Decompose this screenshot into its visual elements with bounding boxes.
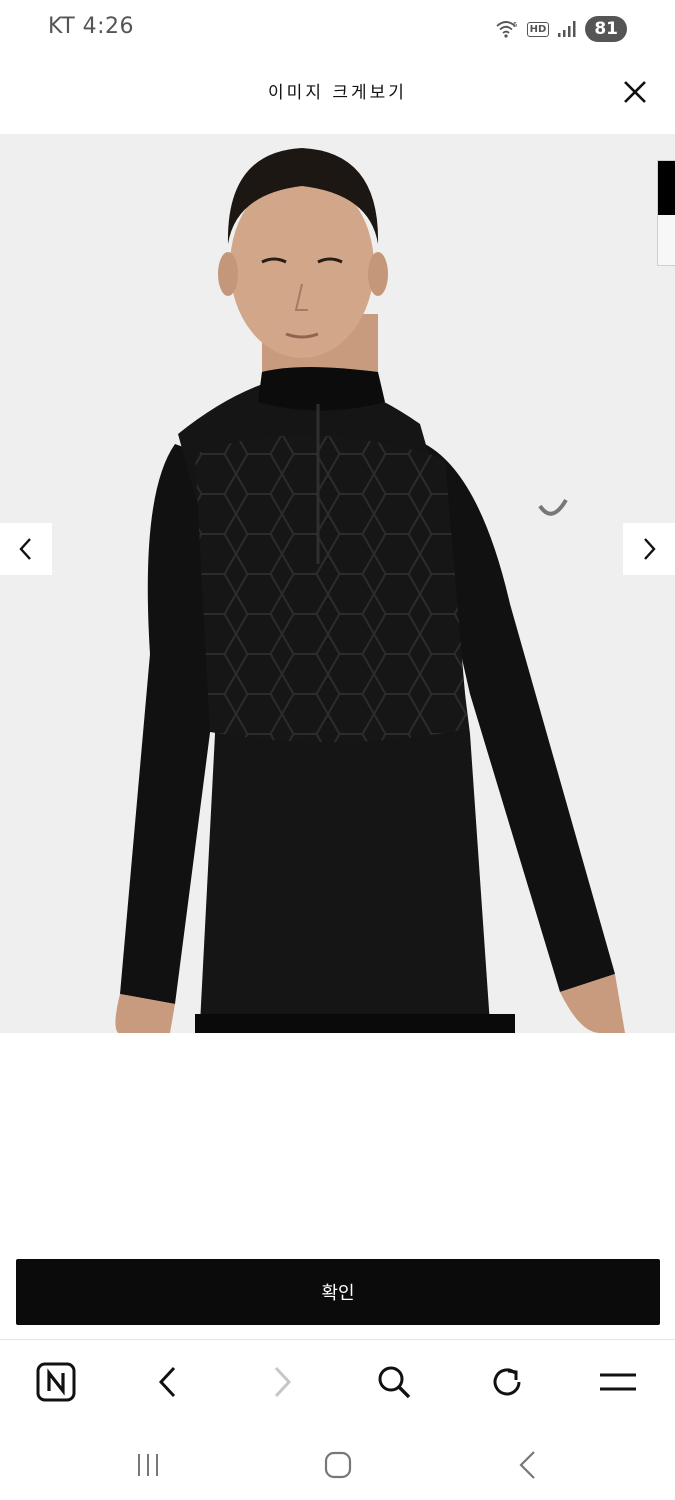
search-button[interactable] [372, 1360, 416, 1404]
battery-icon: 81 [585, 16, 627, 42]
forward-button[interactable] [260, 1360, 304, 1404]
refresh-icon [493, 1368, 521, 1396]
system-back-icon [519, 1451, 535, 1479]
signal-icon [557, 20, 577, 38]
menu-button[interactable] [596, 1360, 640, 1404]
hd-icon: HD [526, 21, 550, 37]
chevron-left-icon [19, 538, 31, 560]
menu-icon [600, 1373, 636, 1391]
status-bar: KT 4:26 5 HD 81 [0, 0, 675, 60]
product-photo [0, 134, 675, 1033]
next-image-button[interactable] [623, 523, 675, 575]
home-button[interactable] [318, 1448, 358, 1482]
svg-text:5: 5 [513, 21, 517, 29]
back-icon [158, 1366, 176, 1398]
confirm-button[interactable]: 확인 [16, 1259, 660, 1325]
status-icons: 5 HD 81 [495, 14, 627, 44]
close-icon [624, 81, 646, 103]
naver-home-icon [36, 1362, 76, 1402]
page-title: 이미지 크게보기 [268, 83, 407, 103]
confirm-label: 확인 [321, 1283, 355, 1304]
recent-apps-icon [138, 1454, 158, 1476]
home-icon [324, 1451, 352, 1479]
chevron-right-icon [644, 538, 656, 560]
back-button[interactable] [146, 1360, 190, 1404]
status-time: KT 4:26 [48, 14, 135, 39]
system-navigation [0, 1430, 675, 1500]
refresh-button[interactable] [485, 1360, 529, 1404]
image-viewer [0, 134, 675, 1033]
page-header: 이미지 크게보기 [0, 60, 675, 134]
system-back-button[interactable] [508, 1448, 548, 1482]
next-image-thumbnail[interactable] [657, 160, 675, 266]
close-button[interactable] [621, 76, 651, 106]
previous-image-button[interactable] [0, 523, 52, 575]
naver-home-button[interactable] [34, 1360, 78, 1404]
search-icon [378, 1366, 411, 1399]
forward-icon [274, 1366, 292, 1398]
wifi-icon: 5 [495, 19, 519, 39]
browser-toolbar [0, 1339, 675, 1423]
recent-apps-button[interactable] [128, 1448, 168, 1482]
